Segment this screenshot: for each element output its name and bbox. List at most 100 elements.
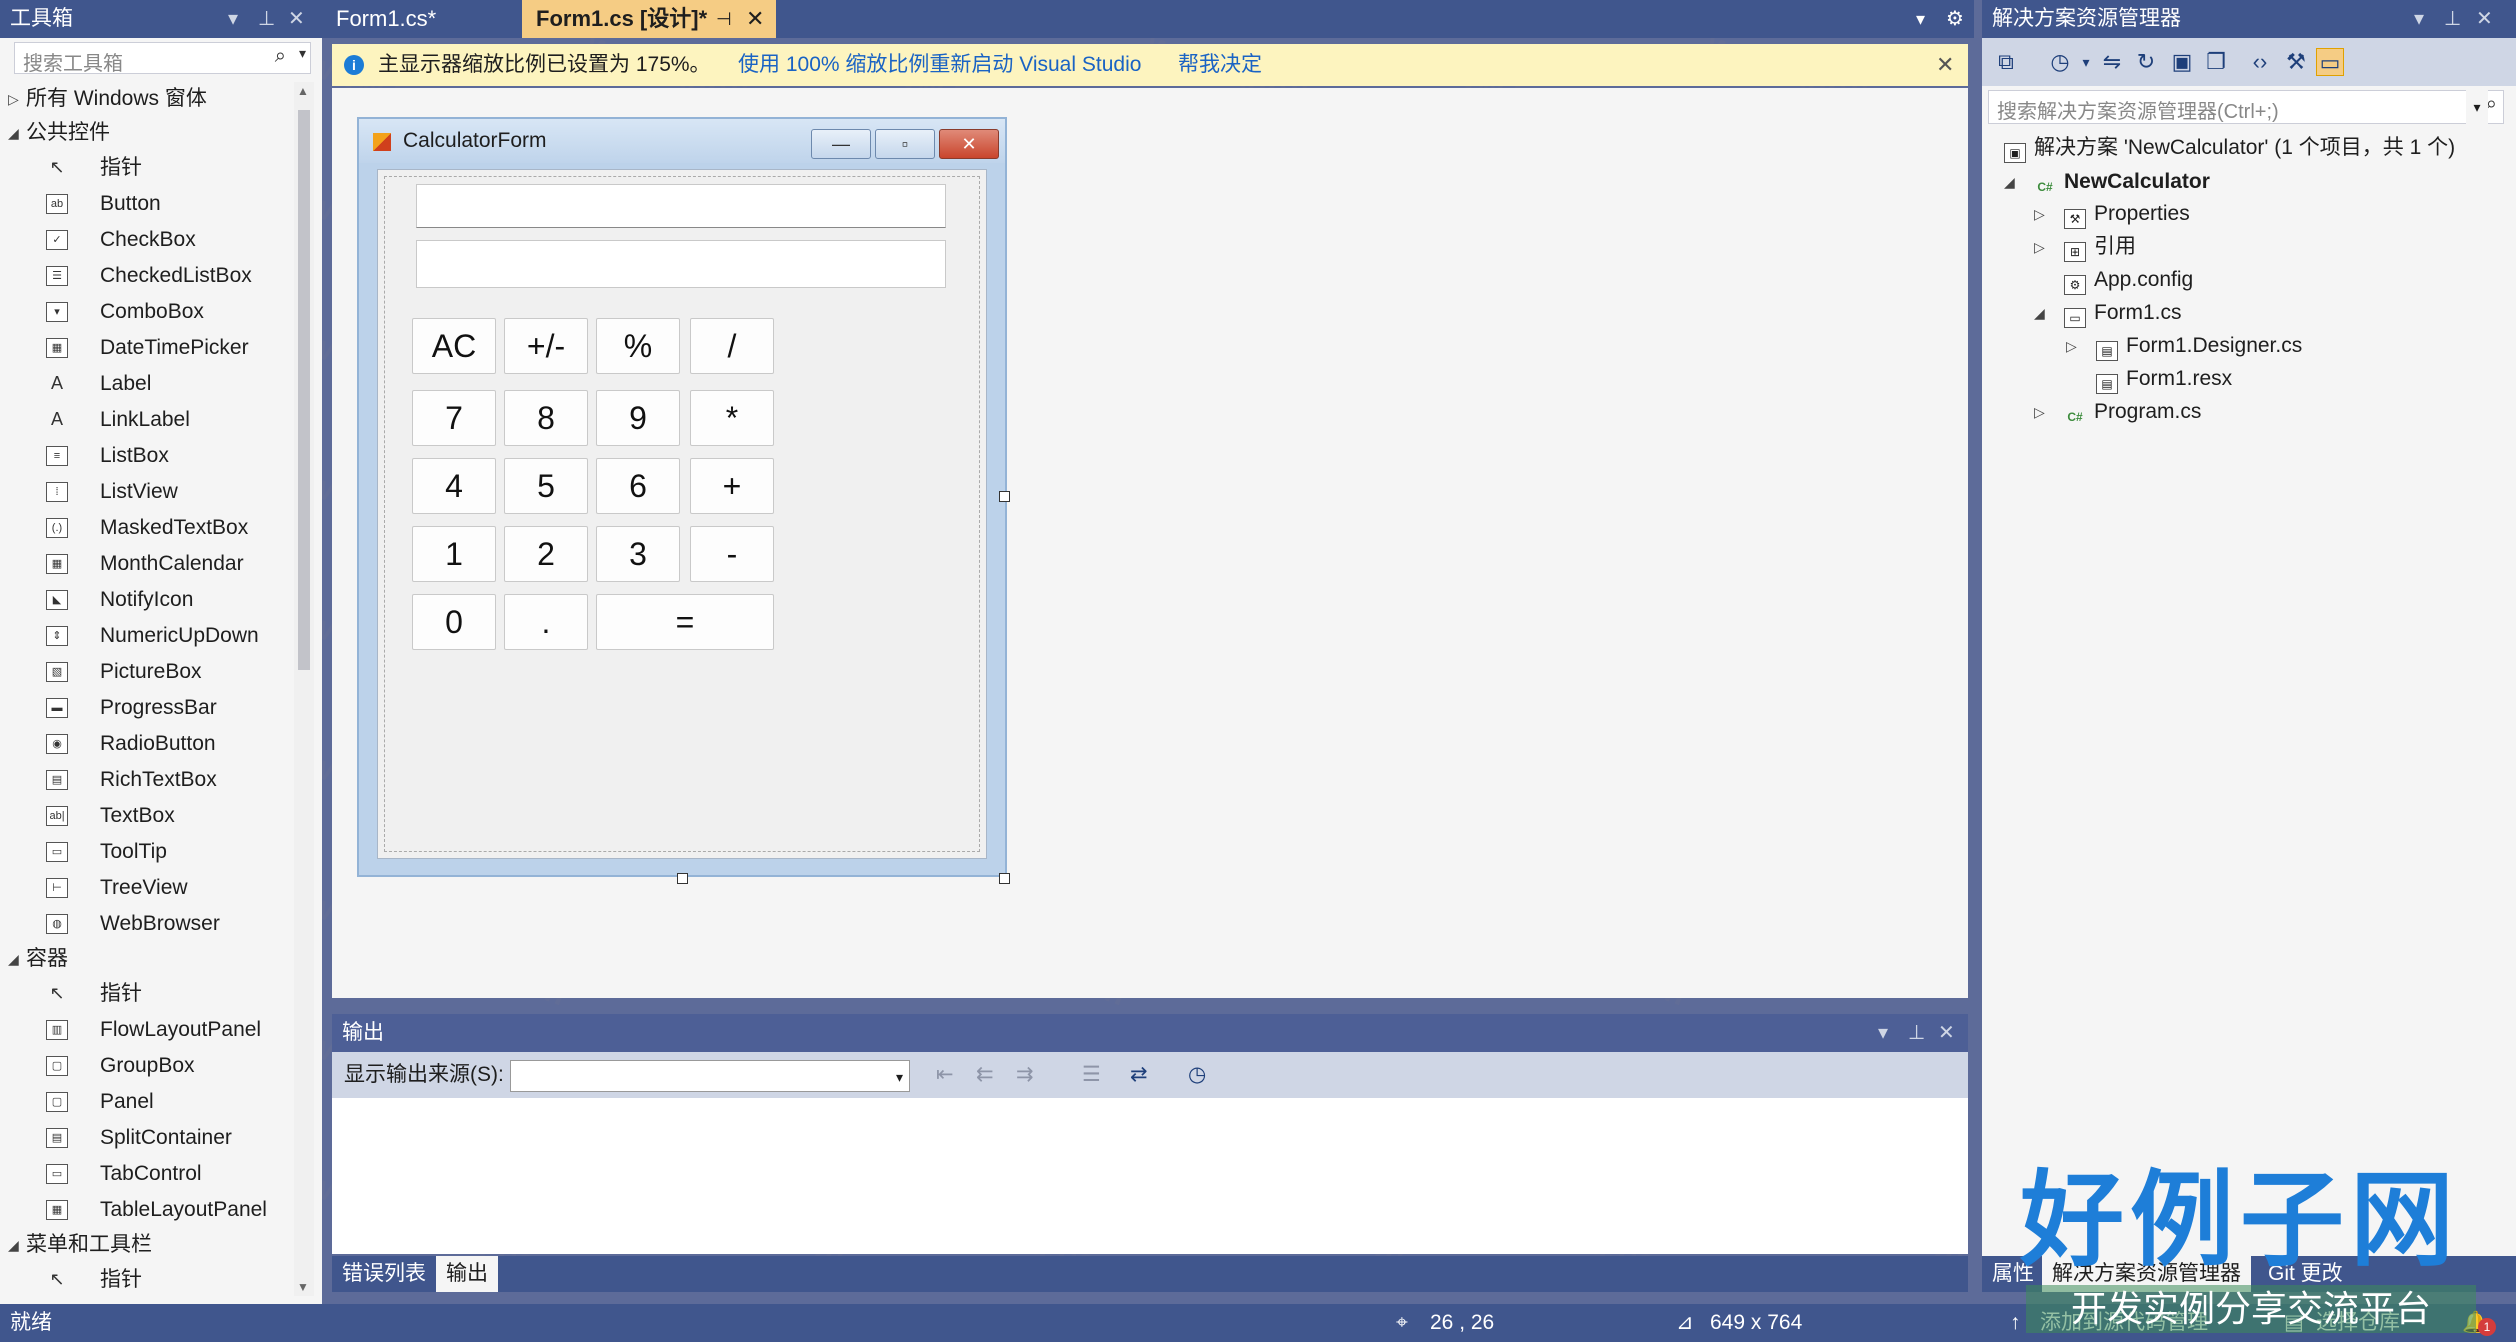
calc-button[interactable]: =: [596, 594, 774, 650]
toolbox-category[interactable]: ◢ 公共控件: [0, 116, 290, 150]
tab-form1-design[interactable]: Form1.cs [设计]* ⊣ ✕: [522, 0, 776, 38]
dropdown-icon[interactable]: ▾: [2414, 0, 2424, 38]
solution-tree-node[interactable]: ▷ ▤ Form1.Designer.cs: [2066, 330, 2302, 362]
toolbox-item[interactable]: ab| TextBox: [0, 798, 290, 834]
toolbox-item[interactable]: ⁞ ListView: [0, 474, 290, 510]
toolbox-category[interactable]: ◢ 菜单和工具栏: [0, 1228, 290, 1262]
dropdown-icon[interactable]: ▾: [228, 0, 238, 38]
toolbox-item[interactable]: ◣ NotifyIcon: [0, 582, 290, 618]
clock-icon[interactable]: ◷: [1188, 1052, 1206, 1098]
view-code-icon[interactable]: ‹›: [2246, 48, 2274, 76]
expanded-arrow-icon[interactable]: ◢: [2004, 166, 2015, 198]
toolbox-item[interactable]: ▭ ToolTip: [0, 834, 290, 870]
solution-tree-node[interactable]: ◢ ▭ Form1.cs: [2034, 297, 2182, 329]
toolbox-item[interactable]: ▦ DateTimePicker: [0, 330, 290, 366]
output-source-select[interactable]: ▾: [510, 1060, 910, 1092]
toolbox-item[interactable]: A LinkLabel: [0, 402, 290, 438]
collapsed-arrow-icon[interactable]: ▷: [2034, 198, 2045, 230]
calc-button[interactable]: -: [690, 526, 774, 582]
calc-button[interactable]: 6: [596, 458, 680, 514]
chevron-down-icon[interactable]: ▾: [2072, 48, 2100, 76]
history-icon[interactable]: ◷: [2046, 48, 2074, 76]
pin-icon[interactable]: ⊣: [716, 0, 732, 38]
word-wrap-icon[interactable]: ⇄: [1130, 1052, 1148, 1098]
toolbox-item[interactable]: ▤ SplitContainer: [0, 1120, 290, 1156]
calc-button[interactable]: 8: [504, 390, 588, 446]
close-tab-icon[interactable]: ✕: [746, 0, 764, 38]
scroll-down-icon[interactable]: ▼: [297, 1280, 309, 1294]
toolbox-item[interactable]: ◍ WebBrowser: [0, 906, 290, 942]
expanded-arrow-icon[interactable]: ◢: [2034, 297, 2045, 329]
dropdown-icon[interactable]: ▾: [1878, 1014, 1888, 1052]
toolbox-scrollbar[interactable]: ▲ ▼: [294, 82, 314, 1296]
toolbox-item[interactable]: ▭ TabControl: [0, 1156, 290, 1192]
find-message-icon[interactable]: ⇤: [936, 1052, 954, 1098]
resize-handle-corner[interactable]: [999, 873, 1010, 884]
collapsed-arrow-icon[interactable]: ▷: [2066, 330, 2077, 362]
toolbox-item[interactable]: ↖ 指针: [0, 1262, 290, 1298]
solution-tree-node[interactable]: ▷ ⊞ 引用: [2034, 231, 2136, 263]
resize-handle-bottom[interactable]: [677, 873, 688, 884]
toolbox-item[interactable]: ↖ 指针: [0, 150, 290, 186]
collapse-all-icon[interactable]: ▣: [2168, 48, 2196, 76]
pin-icon[interactable]: ⊥: [2444, 0, 2461, 38]
collapsed-arrow-icon[interactable]: ▷: [8, 82, 19, 116]
pin-icon[interactable]: ⊥: [1908, 1014, 1925, 1052]
solution-search-input[interactable]: 搜索解决方案资源管理器(Ctrl+;) ⌕: [1988, 90, 2504, 124]
gear-icon[interactable]: ⚙: [1946, 0, 1964, 38]
calc-button[interactable]: *: [690, 390, 774, 446]
solution-tree-node[interactable]: ▤ Form1.resx: [2096, 363, 2232, 395]
collapsed-arrow-icon[interactable]: ▷: [2034, 396, 2045, 428]
solution-tree-node[interactable]: ◢ C# NewCalculator: [2004, 166, 2210, 198]
wrench-icon[interactable]: ⚒: [2282, 48, 2310, 76]
tab-output[interactable]: 输出: [436, 1256, 498, 1292]
solution-tree-node[interactable]: ▷ C# Program.cs: [2034, 396, 2201, 428]
calc-button[interactable]: 9: [596, 390, 680, 446]
clear-all-icon[interactable]: ☰: [1082, 1052, 1101, 1098]
calc-button[interactable]: +/-: [504, 318, 588, 374]
sync-icon[interactable]: ⇋: [2098, 48, 2126, 76]
calc-button[interactable]: 4: [412, 458, 496, 514]
calc-button[interactable]: %: [596, 318, 680, 374]
scrollbar-thumb[interactable]: [298, 110, 310, 670]
help-decide-link[interactable]: 帮我决定: [1178, 44, 1262, 86]
solution-tree-node[interactable]: ▷ ⚒ Properties: [2034, 198, 2190, 230]
expanded-arrow-icon[interactable]: ◢: [8, 1228, 19, 1262]
refresh-icon[interactable]: ↻: [2132, 48, 2160, 76]
toolbox-item[interactable]: ▥ FlowLayoutPanel: [0, 1012, 290, 1048]
maximize-button[interactable]: ▫: [875, 129, 935, 159]
toolbox-item[interactable]: ◉ RadioButton: [0, 726, 290, 762]
toolbox-item[interactable]: ⊢ TreeView: [0, 870, 290, 906]
toolbox-item[interactable]: A Label: [0, 366, 290, 402]
calc-button[interactable]: .: [504, 594, 588, 650]
close-icon[interactable]: ✕: [1938, 1014, 1955, 1052]
toolbox-item[interactable]: ≡ ListBox: [0, 438, 290, 474]
expanded-arrow-icon[interactable]: ◢: [8, 116, 19, 150]
search-icon[interactable]: ⌕: [275, 45, 286, 68]
toolbox-item[interactable]: ab Button: [0, 186, 290, 222]
chevron-down-icon[interactable]: ▾: [2466, 90, 2488, 124]
toolbox-item[interactable]: ↖ 指针: [0, 976, 290, 1012]
arrow-up-icon[interactable]: ↑: [2010, 1304, 2021, 1342]
chevron-down-icon[interactable]: ▾: [896, 1054, 903, 1100]
toolbox-search-input[interactable]: 搜索工具箱 ⌕ ▾: [14, 42, 311, 75]
scroll-up-icon[interactable]: ▲: [297, 84, 309, 98]
show-all-files-icon[interactable]: ❐: [2202, 48, 2230, 76]
preview-icon[interactable]: ▭: [2316, 48, 2344, 76]
solution-tree-node[interactable]: ▣ 解决方案 'NewCalculator' (1 个项目，共 1 个): [2004, 132, 2455, 164]
toolbox-item[interactable]: ▤ RichTextBox: [0, 762, 290, 798]
toolbox-item[interactable]: ▢ GroupBox: [0, 1048, 290, 1084]
form-title-bar[interactable]: CalculatorForm — ▫ ✕: [359, 119, 1005, 163]
pin-icon[interactable]: ⊥: [258, 0, 275, 38]
close-icon[interactable]: ✕: [2476, 0, 2493, 38]
expanded-arrow-icon[interactable]: ◢: [8, 942, 19, 976]
calc-button[interactable]: 1: [412, 526, 496, 582]
toolbox-item[interactable]: (.) MaskedTextBox: [0, 510, 290, 546]
calc-button[interactable]: /: [690, 318, 774, 374]
expression-textbox[interactable]: [416, 184, 946, 228]
tab-form1-code[interactable]: Form1.cs*: [322, 0, 520, 38]
toolbox-category[interactable]: ◢ 容器: [0, 942, 290, 976]
close-icon[interactable]: ✕: [1936, 44, 1954, 86]
toolbox-item[interactable]: ▾ ComboBox: [0, 294, 290, 330]
chevron-down-icon[interactable]: ▾: [299, 45, 306, 62]
